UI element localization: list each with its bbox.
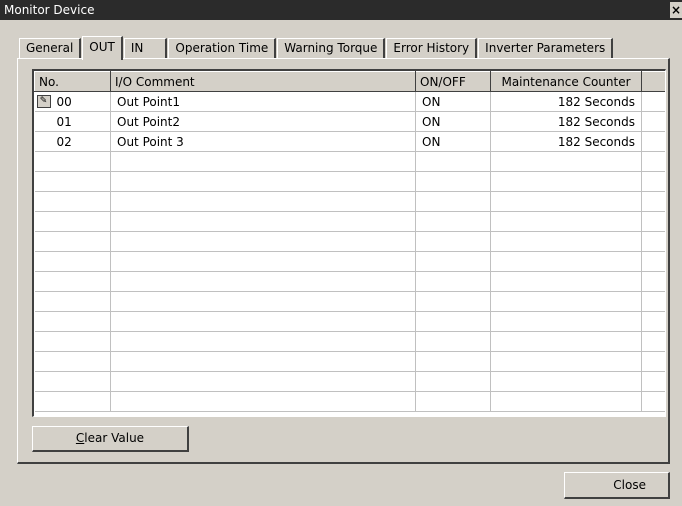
tab-general[interactable]: General — [19, 38, 82, 58]
empty-table-row[interactable] — [34, 331, 665, 352]
column-header-spacer — [641, 71, 665, 92]
close-button[interactable]: Close — [564, 472, 670, 499]
empty-table-row[interactable] — [34, 191, 665, 212]
grid-header-row: No. I/O Comment ON/OFF Maintenance Count… — [34, 71, 665, 92]
title-bar: Monitor Device × — [0, 0, 682, 20]
empty-table-row[interactable] — [34, 171, 665, 192]
tab-strip: General OUT IN Operation Time Warning To… — [19, 36, 614, 60]
row-no: 02 — [34, 131, 111, 152]
tab-operation-time[interactable]: Operation Time — [168, 38, 277, 58]
table-row[interactable]: 01 Out Point2 ON 182 Seconds — [34, 111, 665, 132]
empty-table-row[interactable] — [34, 311, 665, 332]
tab-error-history[interactable]: Error History — [386, 38, 478, 58]
clear-label: lear Value — [84, 431, 145, 445]
row-comment[interactable]: Out Point2 — [110, 111, 416, 132]
close-window-icon[interactable]: × — [670, 2, 682, 18]
row-no: 00 — [56, 94, 72, 109]
tab-inverter-parameters[interactable]: Inverter Parameters — [478, 38, 614, 58]
column-header-on-off[interactable]: ON/OFF — [415, 71, 491, 92]
row-state: ON — [415, 91, 491, 112]
empty-table-row[interactable] — [34, 251, 665, 272]
table-row[interactable]: 02 Out Point 3 ON 182 Seconds — [34, 131, 665, 152]
window-title: Monitor Device — [4, 3, 95, 17]
row-counter: 182 Seconds — [490, 131, 642, 152]
empty-table-row[interactable] — [34, 151, 665, 172]
row-comment[interactable]: Out Point 3 — [110, 131, 416, 152]
empty-table-row[interactable] — [34, 211, 665, 232]
row-no: 01 — [34, 111, 111, 132]
empty-table-row[interactable] — [34, 271, 665, 292]
row-state: ON — [415, 111, 491, 132]
row-state: ON — [415, 131, 491, 152]
edit-icon[interactable]: ✎ — [36, 95, 51, 108]
empty-table-row[interactable] — [34, 371, 665, 392]
row-comment[interactable]: Out Point1 — [110, 91, 416, 112]
empty-table-row[interactable] — [34, 351, 665, 372]
empty-table-row[interactable] — [34, 391, 665, 412]
clear-value-button[interactable]: Clear Value — [32, 426, 189, 452]
row-counter: 182 Seconds — [490, 91, 642, 112]
row-counter: 182 Seconds — [490, 111, 642, 132]
tab-warning-torque[interactable]: Warning Torque — [277, 38, 386, 58]
empty-table-row[interactable] — [34, 291, 665, 312]
empty-table-row[interactable] — [34, 231, 665, 252]
tab-in[interactable]: IN — [123, 38, 168, 58]
column-header-io-comment[interactable]: I/O Comment — [110, 71, 416, 92]
tab-out[interactable]: OUT — [82, 36, 123, 60]
column-header-maintenance-counter[interactable]: Maintenance Counter — [490, 71, 642, 92]
io-grid[interactable]: No. I/O Comment ON/OFF Maintenance Count… — [32, 69, 666, 417]
column-header-no[interactable]: No. — [34, 71, 111, 92]
table-row[interactable]: ✎ 00 Out Point1 ON 182 Seconds — [34, 91, 665, 112]
